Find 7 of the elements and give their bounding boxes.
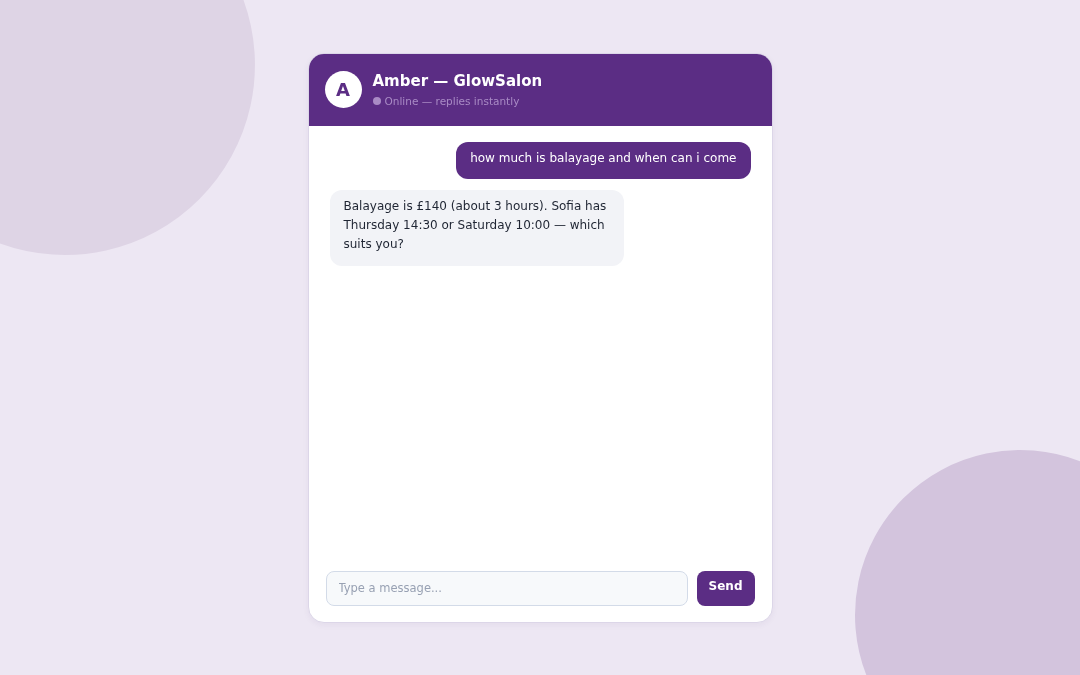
message-input[interactable]: Type a message... [325,570,688,606]
status-text: Online — replies instantly [384,94,520,108]
send-button[interactable]: Send [696,570,755,606]
contact-name: Amber — GlowSalon [372,71,543,91]
avatar: A [324,71,362,108]
agent-message: Balayage is £140 (about 3 hours). Sofia has Thursday 14:30 or Saturday 10:00 — which suits you? [329,189,624,266]
user-message: how much is balayage and when can i come [456,141,751,179]
